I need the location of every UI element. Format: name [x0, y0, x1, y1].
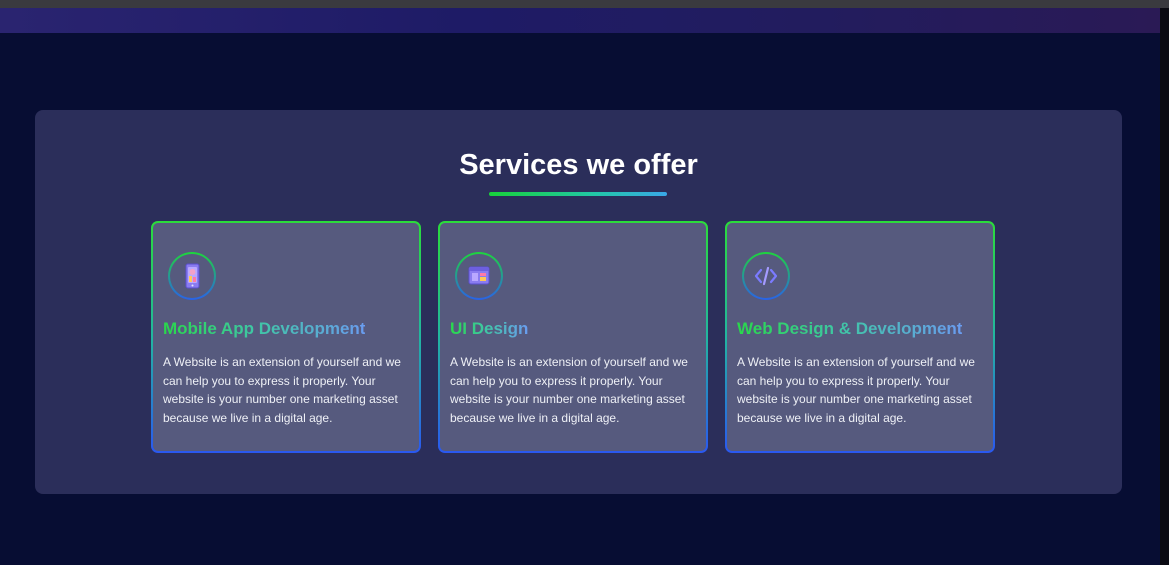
service-title: UI Design — [450, 319, 529, 338]
service-title: Mobile App Development — [163, 319, 366, 338]
browser-top-bar — [0, 0, 1169, 8]
hero-section-bottom-strip — [0, 8, 1160, 33]
service-description: A Website is an extension of yourself an… — [737, 355, 975, 425]
code-icon — [742, 252, 790, 300]
window-right-edge — [1160, 8, 1169, 565]
service-title: Web Design & Development — [737, 319, 963, 338]
service-card-web-design[interactable]: Web Design & Development A Website is an… — [725, 221, 995, 453]
ui-design-icon — [455, 252, 503, 300]
service-card-mobile-app[interactable]: Mobile App Development A Website is an e… — [151, 221, 421, 453]
service-card-ui-design[interactable]: UI Design A Website is an extension of y… — [438, 221, 708, 453]
section-title: Services we offer — [459, 149, 698, 181]
mobile-app-icon — [168, 252, 216, 300]
service-description: A Website is an extension of yourself an… — [163, 355, 401, 425]
title-underline — [489, 192, 667, 196]
service-description: A Website is an extension of yourself an… — [450, 355, 688, 425]
